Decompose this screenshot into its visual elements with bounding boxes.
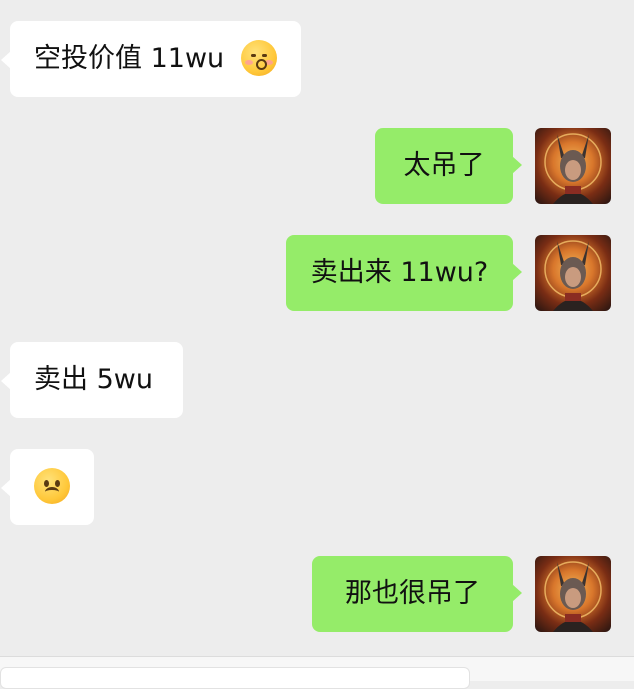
message-bubble-outgoing[interactable]: 那也很吊了 — [312, 556, 522, 632]
user-avatar[interactable] — [535, 556, 611, 632]
message-text: 太吊了 — [403, 150, 485, 181]
user-avatar[interactable] — [535, 128, 611, 204]
message-bubble-outgoing[interactable]: 太吊了 — [375, 128, 522, 204]
chat-input-bar — [0, 656, 634, 689]
message-text: 那也很吊了 — [345, 578, 480, 609]
message-text: 卖出 5wu — [34, 364, 153, 395]
message-text: 空投价值 11wu — [34, 43, 225, 74]
message-bubble-incoming[interactable]: 空投价值 11wu — [1, 21, 301, 97]
shushing-face-icon — [240, 39, 277, 76]
message-input[interactable] — [0, 667, 470, 689]
message-bubble-incoming[interactable]: 卖出 5wu — [1, 342, 183, 418]
message-bubble-incoming[interactable] — [1, 449, 94, 525]
frowning-face-icon — [34, 467, 70, 504]
user-avatar[interactable] — [535, 235, 611, 311]
message-bubble-outgoing[interactable]: 卖出来 11wu? — [286, 235, 522, 311]
message-text: 卖出来 11wu? — [310, 257, 489, 288]
